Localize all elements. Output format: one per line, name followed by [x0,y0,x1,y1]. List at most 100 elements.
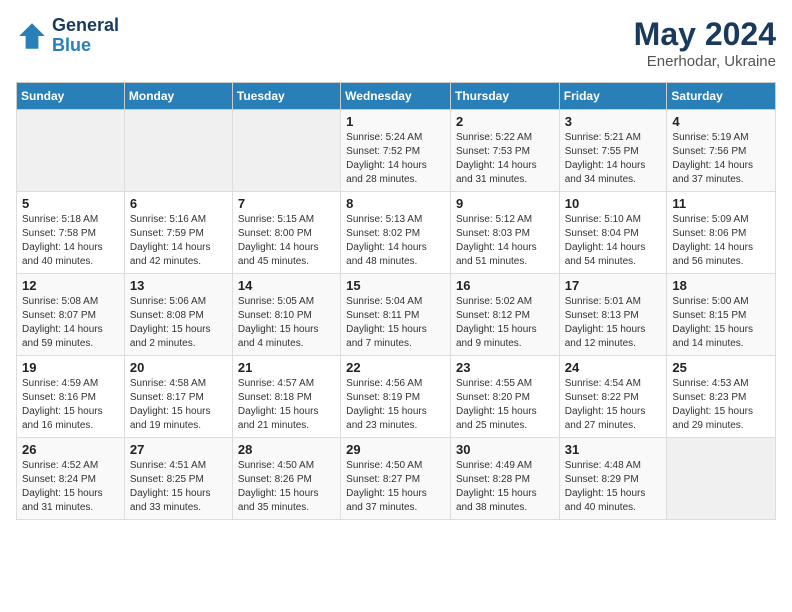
day-number: 21 [238,360,335,375]
day-info: Sunrise: 5:09 AM Sunset: 8:06 PM Dayligh… [672,213,770,269]
day-info: Sunrise: 5:08 AM Sunset: 8:07 PM Dayligh… [22,295,119,351]
calendar-cell: 3 Sunrise: 5:21 AM Sunset: 7:55 PM Daylig… [559,110,667,192]
day-info: Sunrise: 5:01 AM Sunset: 8:13 PM Dayligh… [565,295,662,351]
day-info: Sunrise: 4:52 AM Sunset: 8:24 PM Dayligh… [22,459,119,515]
day-info: Sunrise: 4:53 AM Sunset: 8:23 PM Dayligh… [672,377,770,433]
calendar-cell: 21 Sunrise: 4:57 AM Sunset: 8:18 PM Dayli… [232,356,340,438]
weekday-header: Wednesday [341,83,451,110]
calendar-cell: 28 Sunrise: 4:50 AM Sunset: 8:26 PM Dayli… [232,438,340,520]
day-number: 24 [565,360,662,375]
calendar-table: SundayMondayTuesdayWednesdayThursdayFrid… [16,82,776,520]
day-number: 27 [130,442,227,457]
day-info: Sunrise: 4:50 AM Sunset: 8:26 PM Dayligh… [238,459,335,515]
calendar-cell: 12 Sunrise: 5:08 AM Sunset: 8:07 PM Dayli… [17,274,125,356]
day-number: 19 [22,360,119,375]
day-info: Sunrise: 5:18 AM Sunset: 7:58 PM Dayligh… [22,213,119,269]
calendar-cell: 1Sunrise: 5:24 AM Sunset: 7:52 PM Daylig… [341,110,451,192]
day-number: 13 [130,278,227,293]
day-info: Sunrise: 4:54 AM Sunset: 8:22 PM Dayligh… [565,377,662,433]
calendar-cell: 7 Sunrise: 5:15 AM Sunset: 8:00 PM Daylig… [232,192,340,274]
day-info: Sunrise: 5:02 AM Sunset: 8:12 PM Dayligh… [456,295,554,351]
day-number: 11 [672,196,770,211]
day-number: 20 [130,360,227,375]
day-info: Sunrise: 5:16 AM Sunset: 7:59 PM Dayligh… [130,213,227,269]
calendar-cell: 16 Sunrise: 5:02 AM Sunset: 8:12 PM Dayli… [450,274,559,356]
calendar-week-row: 26 Sunrise: 4:52 AM Sunset: 8:24 PM Dayli… [17,438,776,520]
calendar-cell: 11 Sunrise: 5:09 AM Sunset: 8:06 PM Dayli… [667,192,776,274]
calendar-week-row: 1Sunrise: 5:24 AM Sunset: 7:52 PM Daylig… [17,110,776,192]
day-number: 23 [456,360,554,375]
calendar-cell: 15 Sunrise: 5:04 AM Sunset: 8:11 PM Dayli… [341,274,451,356]
day-number: 15 [346,278,445,293]
day-number: 28 [238,442,335,457]
day-number: 25 [672,360,770,375]
calendar-cell: 6 Sunrise: 5:16 AM Sunset: 7:59 PM Daylig… [124,192,232,274]
calendar-cell [667,438,776,520]
day-info: Sunrise: 4:59 AM Sunset: 8:16 PM Dayligh… [22,377,119,433]
day-info: Sunrise: 5:21 AM Sunset: 7:55 PM Dayligh… [565,131,662,187]
day-info: Sunrise: 4:51 AM Sunset: 8:25 PM Dayligh… [130,459,227,515]
day-info: Sunrise: 5:13 AM Sunset: 8:02 PM Dayligh… [346,213,445,269]
calendar-cell: 5 Sunrise: 5:18 AM Sunset: 7:58 PM Daylig… [17,192,125,274]
day-number: 16 [456,278,554,293]
calendar-cell: 10 Sunrise: 5:10 AM Sunset: 8:04 PM Dayli… [559,192,667,274]
day-info: Sunrise: 5:00 AM Sunset: 8:15 PM Dayligh… [672,295,770,351]
day-number: 29 [346,442,445,457]
day-number: 10 [565,196,662,211]
calendar-cell: 9 Sunrise: 5:12 AM Sunset: 8:03 PM Daylig… [450,192,559,274]
title-block: May 2024 Enerhodar, Ukraine [634,16,776,70]
day-number: 9 [456,196,554,211]
day-info: Sunrise: 5:15 AM Sunset: 8:00 PM Dayligh… [238,213,335,269]
day-number: 17 [565,278,662,293]
day-info: Sunrise: 5:12 AM Sunset: 8:03 PM Dayligh… [456,213,554,269]
day-info: Sunrise: 4:56 AM Sunset: 8:19 PM Dayligh… [346,377,445,433]
day-info: Sunrise: 5:19 AM Sunset: 7:56 PM Dayligh… [672,131,770,187]
day-number: 2 [456,114,554,129]
day-number: 26 [22,442,119,457]
day-info: Sunrise: 5:10 AM Sunset: 8:04 PM Dayligh… [565,213,662,269]
day-info: Sunrise: 4:55 AM Sunset: 8:20 PM Dayligh… [456,377,554,433]
calendar-cell: 26 Sunrise: 4:52 AM Sunset: 8:24 PM Dayli… [17,438,125,520]
location-title: Enerhodar, Ukraine [634,53,776,70]
logo-text: General Blue [52,16,119,56]
day-info: Sunrise: 4:58 AM Sunset: 8:17 PM Dayligh… [130,377,227,433]
day-number: 14 [238,278,335,293]
calendar-cell: 31Sunrise: 4:48 AM Sunset: 8:29 PM Dayli… [559,438,667,520]
day-number: 5 [22,196,119,211]
day-info: Sunrise: 4:50 AM Sunset: 8:27 PM Dayligh… [346,459,445,515]
day-info: Sunrise: 4:57 AM Sunset: 8:18 PM Dayligh… [238,377,335,433]
calendar-cell: 30Sunrise: 4:49 AM Sunset: 8:28 PM Dayli… [450,438,559,520]
calendar-cell: 17 Sunrise: 5:01 AM Sunset: 8:13 PM Dayli… [559,274,667,356]
calendar-cell: 27 Sunrise: 4:51 AM Sunset: 8:25 PM Dayli… [124,438,232,520]
weekday-header: Friday [559,83,667,110]
weekday-header: Saturday [667,83,776,110]
weekday-header: Tuesday [232,83,340,110]
day-number: 6 [130,196,227,211]
calendar-cell [124,110,232,192]
calendar-week-row: 5 Sunrise: 5:18 AM Sunset: 7:58 PM Daylig… [17,192,776,274]
day-number: 8 [346,196,445,211]
day-number: 3 [565,114,662,129]
page-header: General Blue May 2024 Enerhodar, Ukraine [16,16,776,70]
day-number: 7 [238,196,335,211]
weekday-header: Sunday [17,83,125,110]
calendar-cell: 2 Sunrise: 5:22 AM Sunset: 7:53 PM Daylig… [450,110,559,192]
calendar-cell: 20 Sunrise: 4:58 AM Sunset: 8:17 PM Dayli… [124,356,232,438]
calendar-cell: 22 Sunrise: 4:56 AM Sunset: 8:19 PM Dayli… [341,356,451,438]
day-number: 31 [565,442,662,457]
weekday-header: Monday [124,83,232,110]
calendar-cell: 4 Sunrise: 5:19 AM Sunset: 7:56 PM Daylig… [667,110,776,192]
month-title: May 2024 [634,16,776,53]
day-number: 12 [22,278,119,293]
day-info: Sunrise: 5:22 AM Sunset: 7:53 PM Dayligh… [456,131,554,187]
calendar-cell: 25 Sunrise: 4:53 AM Sunset: 8:23 PM Dayli… [667,356,776,438]
calendar-cell [17,110,125,192]
day-number: 22 [346,360,445,375]
day-number: 1 [346,114,445,129]
day-number: 4 [672,114,770,129]
calendar-cell: 8 Sunrise: 5:13 AM Sunset: 8:02 PM Daylig… [341,192,451,274]
calendar-cell: 29 Sunrise: 4:50 AM Sunset: 8:27 PM Dayli… [341,438,451,520]
calendar-cell: 18Sunrise: 5:00 AM Sunset: 8:15 PM Dayli… [667,274,776,356]
day-info: Sunrise: 5:04 AM Sunset: 8:11 PM Dayligh… [346,295,445,351]
calendar-cell: 19 Sunrise: 4:59 AM Sunset: 8:16 PM Dayli… [17,356,125,438]
